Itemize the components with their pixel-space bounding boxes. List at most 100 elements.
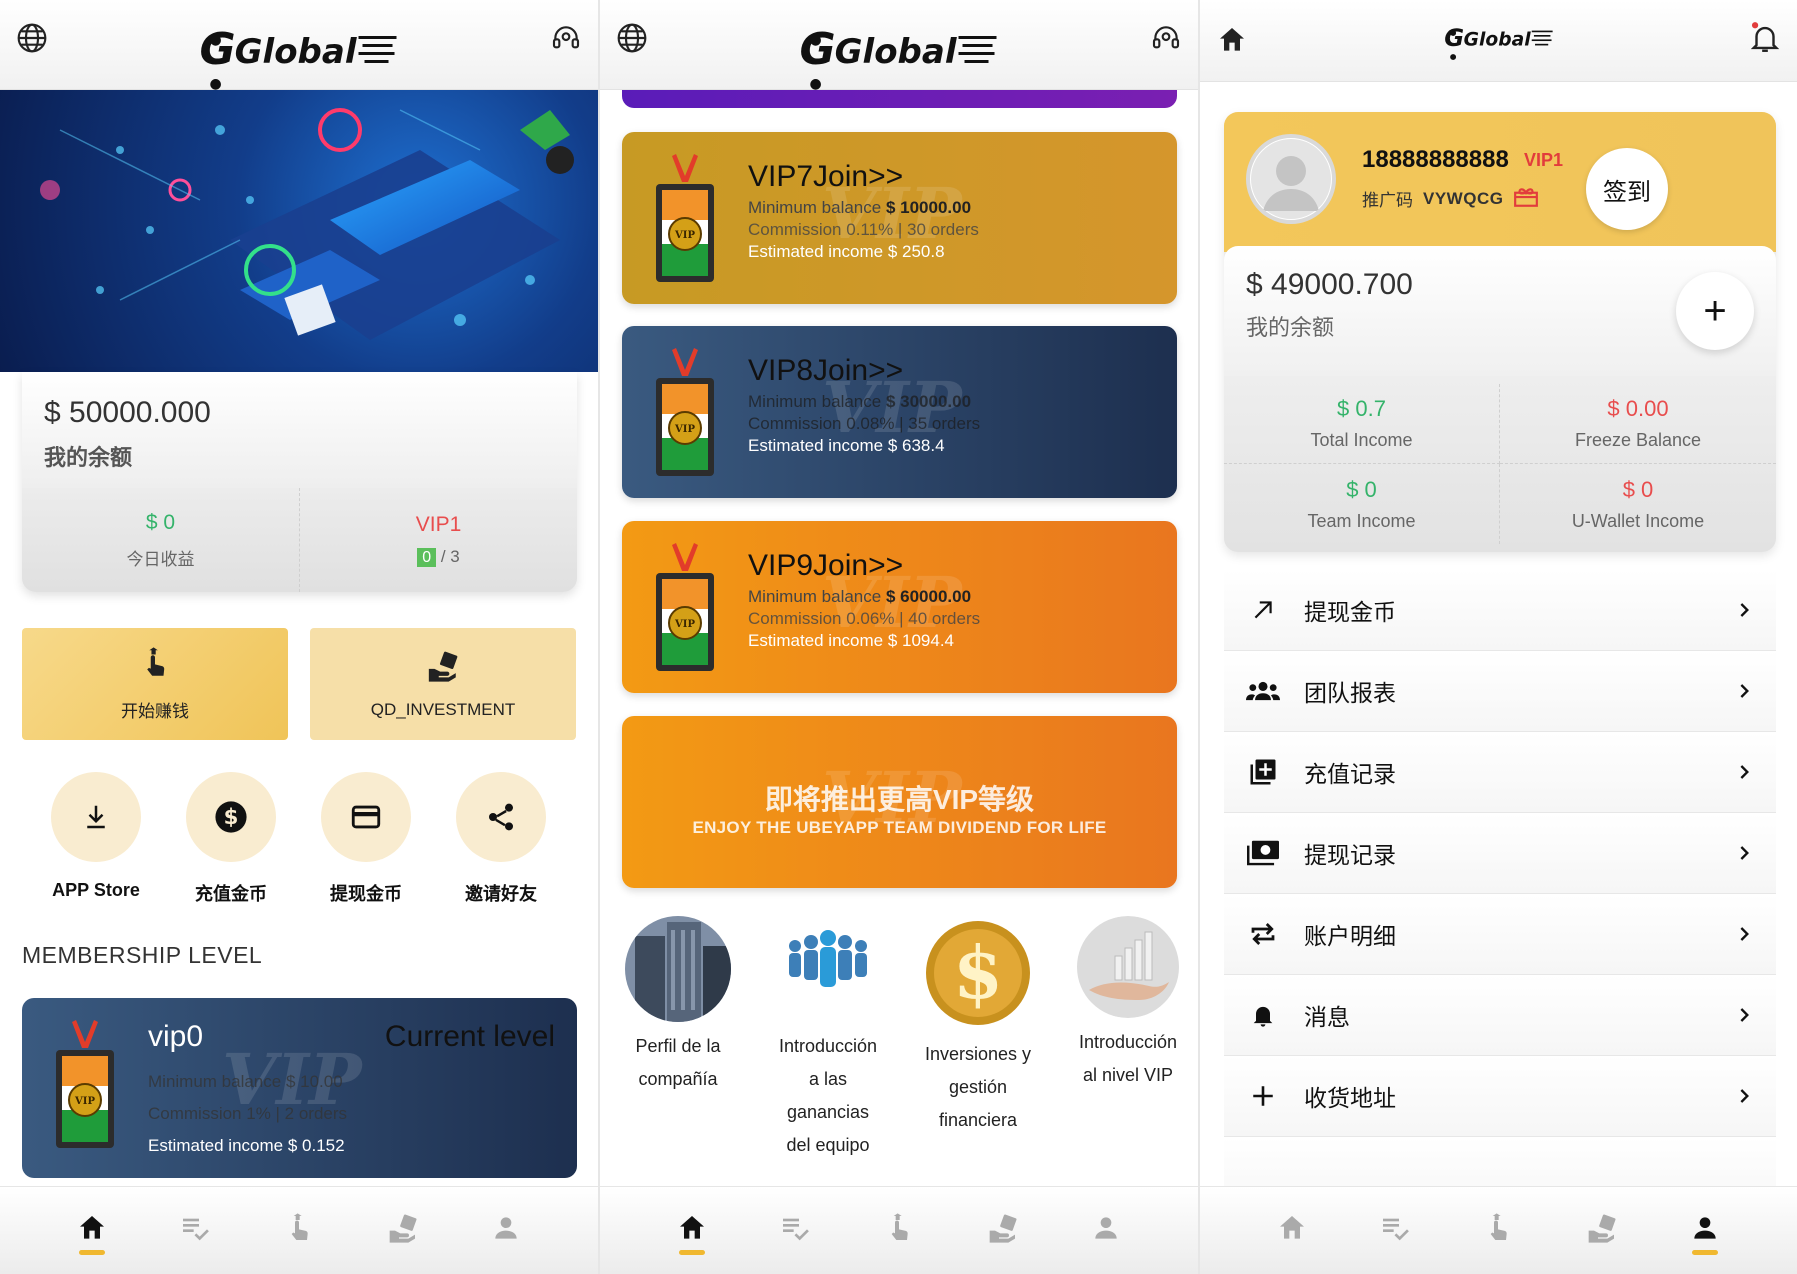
label-line: del equipo (786, 1135, 870, 1155)
recharge-shortcut[interactable]: $ 充值金币 (176, 772, 286, 906)
vip0-title: vip0 (148, 1020, 204, 1053)
user-header: 18888888888 VIP1 推广码 VYWQCG 签到 (1224, 112, 1776, 252)
vip-level-value: VIP1 (415, 513, 462, 536)
investment-management-item[interactable]: $ Inversiones y gestión financiera (913, 916, 1043, 1137)
label-line: Inversiones y (924, 1044, 1032, 1064)
hero-banner (0, 90, 598, 372)
nav-invest[interactable] (1572, 1201, 1632, 1261)
team-earnings-item[interactable]: Introducción a las ganancias del equipo (763, 916, 893, 1162)
list-check-icon (1379, 1212, 1411, 1249)
menu-label: 充值记录 (1304, 761, 1396, 787)
nav-profile[interactable] (476, 1201, 536, 1261)
money-icon (1246, 836, 1280, 870)
support-icon[interactable] (1148, 20, 1184, 56)
vip8-card[interactable]: VIP VIP VIP8Join>> Minimum balance $ 300… (622, 326, 1177, 498)
nav-earn[interactable] (869, 1201, 929, 1261)
label-line: compañía (638, 1069, 718, 1089)
nav-orders[interactable] (165, 1201, 225, 1261)
nav-invest[interactable] (373, 1201, 433, 1261)
shortcut-label: 邀请好友 (465, 884, 537, 904)
svg-text:VIP: VIP (674, 424, 695, 435)
vip-card-current[interactable]: VIP VIP vip0 Current level Minimum balan… (22, 998, 577, 1178)
chevron-right-icon (1734, 681, 1754, 701)
withdraw-shortcut[interactable]: 提现金币 (311, 772, 421, 906)
vip-min-balance: Minimum balance $ 60000.00 (748, 587, 971, 607)
svg-text:$: $ (224, 805, 239, 830)
vip-level-intro-item[interactable]: Introducción al nivel VIP (1063, 916, 1193, 1092)
shortcut-label: 提现金币 (330, 884, 402, 904)
vip-medal-icon: VIP (656, 348, 714, 476)
plus-icon (1246, 1079, 1280, 1113)
menu-team-report[interactable]: 团队报表 (1224, 651, 1776, 732)
avatar[interactable] (1246, 134, 1336, 224)
nav-profile[interactable] (1675, 1201, 1735, 1261)
user-phone: 18888888888 (1362, 146, 1509, 173)
menu-withdraw-records[interactable]: 提现记录 (1224, 813, 1776, 894)
checkin-button[interactable]: 签到 (1586, 148, 1668, 230)
nav-earn[interactable] (1468, 1201, 1528, 1261)
vip9-card[interactable]: VIP VIP VIP9Join>> Minimum balance $ 600… (622, 521, 1177, 693)
logo-text: Global (834, 32, 957, 72)
invite-shortcut[interactable]: 邀请好友 (446, 772, 556, 906)
membership-title: MEMBERSHIP LEVEL (22, 942, 263, 968)
orders-done-badge: 0 (417, 548, 437, 567)
vip-min-balance: Minimum balance $ 30000.00 (748, 392, 971, 412)
menu-messages[interactable]: 消息 (1224, 975, 1776, 1056)
home-icon[interactable] (1214, 22, 1250, 58)
min-balance-value: $ 30000.00 (885, 392, 972, 411)
menu-account-details[interactable]: 账户明细 (1224, 894, 1776, 975)
profile-screen: G ● ● Global 18888888888 VIP1 推广码 VYWQCG 签… (1200, 0, 1797, 1274)
person-icon (1689, 1212, 1721, 1249)
menu-label: 收货地址 (1304, 1085, 1396, 1111)
invest-hand-icon (426, 649, 460, 688)
menu-shipping-address[interactable]: 收货地址 (1224, 1056, 1776, 1137)
company-profile-item[interactable]: Perfil de la compañía (613, 916, 743, 1096)
vip0-estimated-income: Estimated income $ 0.152 (148, 1136, 345, 1155)
hand-tap-icon (283, 1212, 315, 1249)
promo-code-label: 推广码 (1362, 191, 1413, 210)
nav-home[interactable] (1262, 1201, 1322, 1261)
nav-home[interactable] (662, 1201, 722, 1261)
vip-medal-icon: VIP (56, 1020, 114, 1148)
menu-withdraw[interactable]: 提现金币 (1224, 570, 1776, 651)
vip7-card[interactable]: VIP VIP VIP7Join>> Minimum balance $ 100… (622, 132, 1177, 304)
chevron-right-icon (1734, 1086, 1754, 1106)
svg-text:VIP: VIP (674, 230, 695, 241)
start-earning-button[interactable]: 开始赚钱 (22, 628, 288, 740)
bell-icon[interactable] (1747, 20, 1783, 56)
investment-button[interactable]: QD_INVESTMENT (310, 628, 576, 740)
vip-title: VIP8Join>> (748, 354, 904, 387)
vip-estimated-income: Estimated income $ 1094.4 (748, 631, 955, 650)
support-icon[interactable] (548, 20, 584, 56)
home-icon (76, 1212, 108, 1249)
income-grid: $ 0.7 Total Income $ 0.00 Freeze Balance… (1224, 376, 1776, 552)
add-box-icon (1246, 755, 1280, 789)
menu-label: 消息 (1304, 1004, 1350, 1030)
vip-status-stat: VIP1 0 / 3 (299, 488, 577, 592)
today-income-value: $ 0 (145, 510, 176, 534)
bottom-nav (0, 1186, 598, 1274)
nav-invest[interactable] (973, 1201, 1033, 1261)
nav-profile[interactable] (1076, 1201, 1136, 1261)
chevron-right-icon (1734, 1005, 1754, 1025)
group-icon (1246, 674, 1280, 708)
nav-orders[interactable] (1365, 1201, 1425, 1261)
globe-icon[interactable] (614, 20, 650, 56)
income-label: Freeze Balance (1574, 430, 1702, 450)
menu-recharge-records[interactable]: 充值记录 (1224, 732, 1776, 813)
invest-hand-icon (387, 1212, 419, 1249)
today-income-label: 今日收益 (126, 549, 195, 569)
nav-home[interactable] (62, 1201, 122, 1261)
recharge-plus-button[interactable]: + (1676, 272, 1754, 350)
nav-earn[interactable] (269, 1201, 329, 1261)
vip-title: VIP7Join>> (748, 160, 904, 193)
svg-text:VIP: VIP (674, 619, 695, 630)
app-store-shortcut[interactable]: APP Store (41, 772, 151, 901)
vip-medal-icon: VIP (656, 154, 714, 282)
shortcut-label: 充值金币 (195, 884, 267, 904)
nav-orders[interactable] (765, 1201, 825, 1261)
globe-icon[interactable] (14, 20, 50, 56)
list-check-icon (779, 1212, 811, 1249)
vip0-commission: Commission 1% | 2 orders (148, 1104, 348, 1123)
gift-icon[interactable] (1513, 184, 1539, 213)
